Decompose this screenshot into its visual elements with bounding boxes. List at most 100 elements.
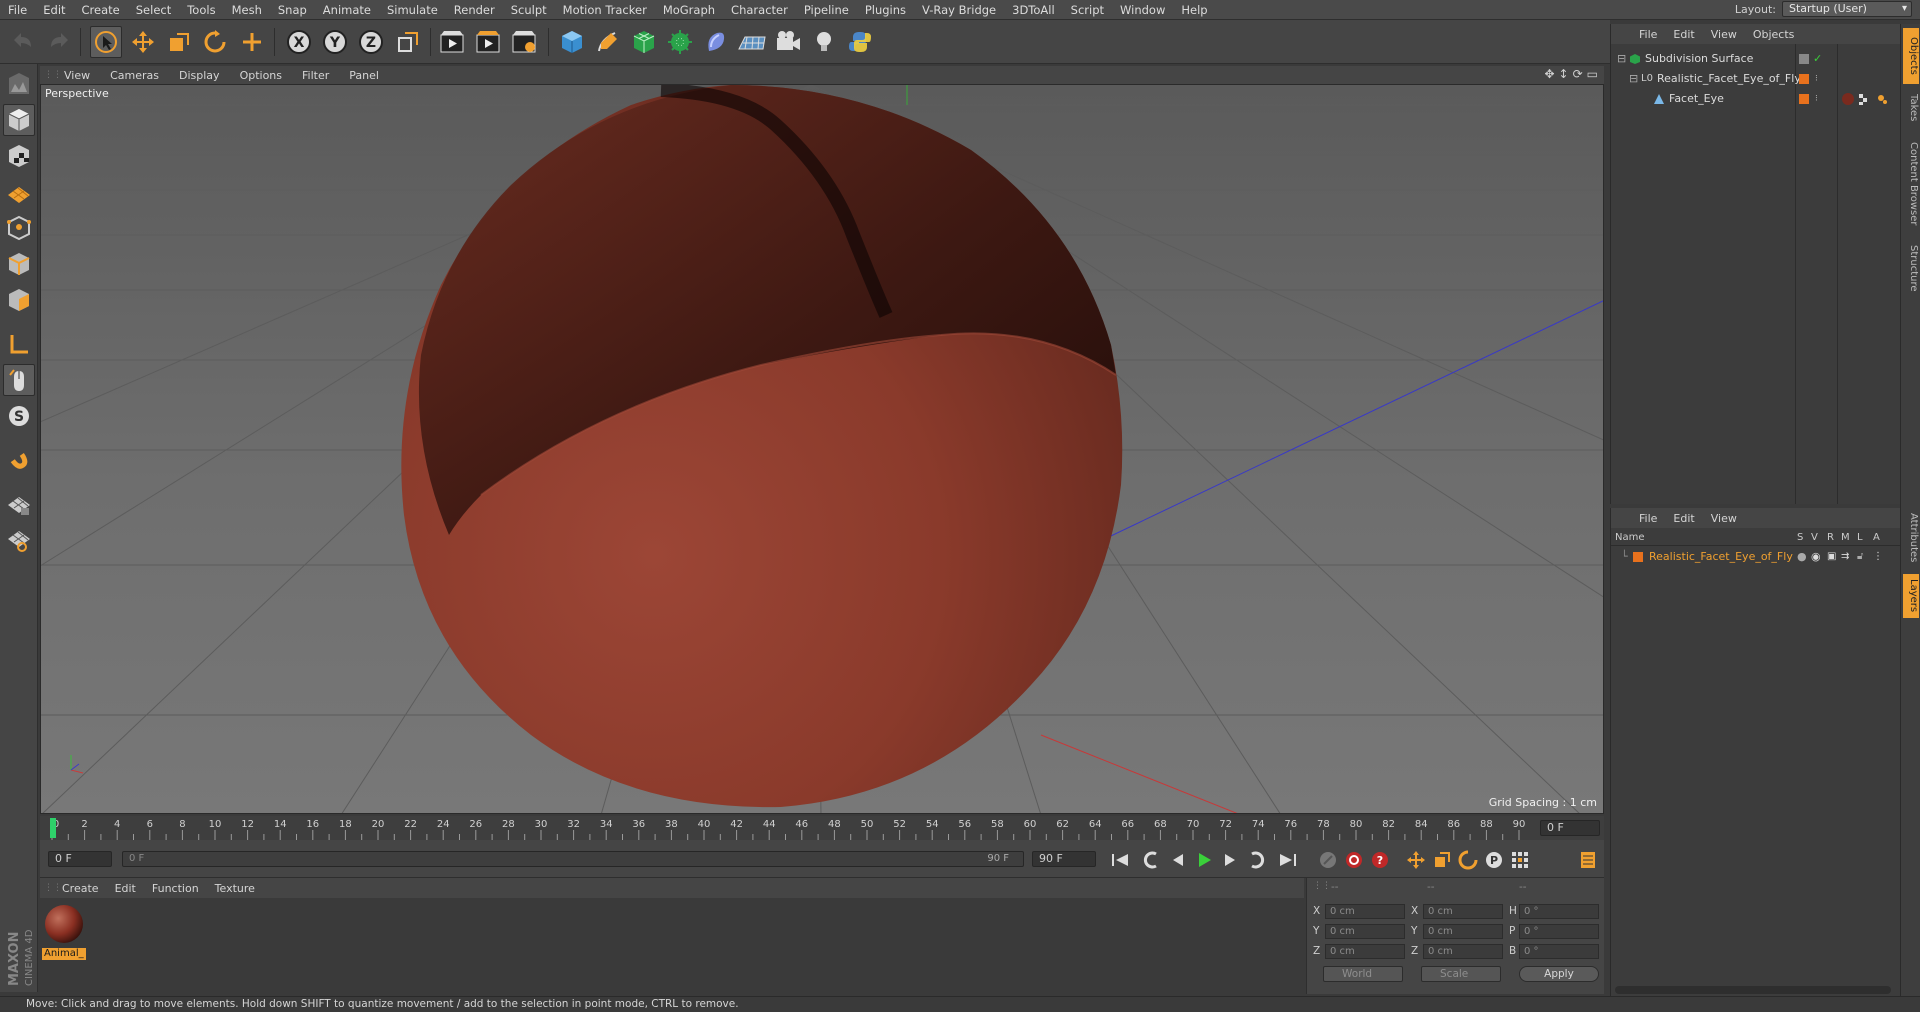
layer-color-chip[interactable] bbox=[1633, 552, 1643, 562]
layers-menu-view[interactable]: View bbox=[1703, 512, 1745, 525]
visibility-dots-icon[interactable]: ⁝ bbox=[1815, 90, 1818, 108]
position-z-field[interactable]: 0 cm bbox=[1325, 944, 1405, 959]
key-position-icon[interactable] bbox=[1404, 848, 1428, 872]
make-editable-icon[interactable] bbox=[3, 68, 35, 100]
layer-render-icon[interactable]: ▣ bbox=[1827, 548, 1836, 566]
keyframe-selection-icon[interactable]: ? bbox=[1368, 848, 1392, 872]
next-frame-icon[interactable] bbox=[1218, 848, 1242, 872]
viewport-perspective[interactable]: Perspective Grid Spacing : 1 cm bbox=[40, 84, 1604, 814]
layer-manager-icon[interactable]: ⇉ bbox=[1841, 548, 1849, 566]
menu-simulate[interactable]: Simulate bbox=[379, 3, 446, 17]
camera-icon[interactable] bbox=[772, 26, 804, 58]
tree-item-realistic-facet-eye[interactable]: ⊟ L0 Realistic_Facet_Eye_of_Fly ⁝ bbox=[1611, 70, 1901, 88]
goto-end-icon[interactable] bbox=[1276, 848, 1300, 872]
collapse-icon[interactable]: ⊟ bbox=[1617, 50, 1626, 68]
apply-button[interactable]: Apply bbox=[1519, 966, 1599, 982]
cloner-icon[interactable] bbox=[664, 26, 696, 58]
snap-icon[interactable]: S bbox=[3, 400, 35, 432]
layer-visible-icon[interactable]: ◉ bbox=[1811, 548, 1821, 566]
size-x-field[interactable]: 0 cm bbox=[1423, 904, 1503, 919]
material-menu-function[interactable]: Function bbox=[144, 882, 207, 895]
scale-icon[interactable] bbox=[163, 26, 195, 58]
layers-menu-file[interactable]: File bbox=[1631, 512, 1665, 525]
menu-plugins[interactable]: Plugins bbox=[857, 3, 914, 17]
menu-file[interactable]: File bbox=[0, 3, 35, 17]
light-icon[interactable] bbox=[808, 26, 840, 58]
tab-content-browser[interactable]: Content Browser bbox=[1903, 134, 1919, 234]
material-swatch[interactable]: Animal_ bbox=[42, 902, 86, 960]
render-view-icon[interactable] bbox=[436, 26, 468, 58]
menu-mesh[interactable]: Mesh bbox=[224, 3, 270, 17]
axis-mode-icon[interactable] bbox=[3, 328, 35, 360]
menu-pipeline[interactable]: Pipeline bbox=[796, 3, 857, 17]
tab-takes[interactable]: Takes bbox=[1903, 88, 1919, 128]
menu-mograph[interactable]: MoGraph bbox=[655, 3, 723, 17]
maximize-icon[interactable]: ▭ bbox=[1587, 67, 1598, 81]
edges-mode-icon[interactable] bbox=[3, 248, 35, 280]
subdivision-icon[interactable] bbox=[628, 26, 660, 58]
collapse-icon[interactable]: ⊟ bbox=[1629, 70, 1638, 88]
x-axis-icon[interactable]: X bbox=[283, 26, 315, 58]
playhead[interactable] bbox=[50, 818, 56, 838]
menu-edit[interactable]: Edit bbox=[35, 3, 73, 17]
edit-render-settings-icon[interactable] bbox=[508, 26, 540, 58]
start-frame-field[interactable]: 0 F bbox=[48, 851, 112, 867]
end-frame-field[interactable]: 90 F bbox=[1032, 851, 1096, 867]
tree-item-subdivision-surface[interactable]: ⊟ Subdivision Surface ✓ bbox=[1611, 50, 1901, 68]
menu-3dtoall[interactable]: 3DToAll bbox=[1004, 3, 1063, 17]
goto-start-icon[interactable] bbox=[1108, 848, 1132, 872]
tab-attributes[interactable]: Attributes bbox=[1903, 508, 1919, 568]
next-key-icon[interactable] bbox=[1244, 848, 1268, 872]
objects-menu-file[interactable]: File bbox=[1631, 28, 1665, 41]
pen-icon[interactable] bbox=[592, 26, 624, 58]
record-keys-icon[interactable] bbox=[1316, 848, 1340, 872]
menu-snap[interactable]: Snap bbox=[270, 3, 315, 17]
tab-structure[interactable]: Structure bbox=[1903, 238, 1919, 298]
tree-item-facet-eye[interactable]: Facet_Eye ⁝ bbox=[1611, 90, 1901, 108]
move-icon[interactable] bbox=[127, 26, 159, 58]
key-parameter-icon[interactable]: P bbox=[1482, 848, 1506, 872]
objects-menu-view[interactable]: View bbox=[1703, 28, 1745, 41]
layer-animation-icon[interactable]: ⋮ bbox=[1873, 548, 1883, 566]
viewport-menu-display[interactable]: Display bbox=[169, 69, 230, 82]
position-y-field[interactable]: 0 cm bbox=[1325, 924, 1405, 939]
menu-animate[interactable]: Animate bbox=[315, 3, 379, 17]
viewport-menu-filter[interactable]: Filter bbox=[292, 69, 339, 82]
timeline-ruler[interactable]: 0246810121416182022242628303234363840424… bbox=[40, 816, 1604, 840]
visibility-dots-icon[interactable]: ⁝ bbox=[1815, 70, 1818, 88]
material-tag-icon[interactable] bbox=[1841, 92, 1891, 106]
preview-range-slider[interactable]: 0 F 90 F bbox=[122, 851, 1024, 867]
points-mode-icon[interactable] bbox=[3, 212, 35, 244]
floor-icon[interactable] bbox=[736, 26, 768, 58]
prev-frame-icon[interactable] bbox=[1166, 848, 1190, 872]
menu-render[interactable]: Render bbox=[446, 3, 503, 17]
workplane-icon[interactable] bbox=[3, 176, 35, 208]
material-menu-create[interactable]: Create bbox=[54, 882, 107, 895]
python-icon[interactable] bbox=[844, 26, 876, 58]
key-rotation-icon[interactable] bbox=[1456, 848, 1480, 872]
redo-icon[interactable] bbox=[42, 26, 74, 58]
key-pla-icon[interactable] bbox=[1508, 848, 1532, 872]
orbit-icon[interactable]: ⟳ bbox=[1573, 67, 1583, 81]
rotation-p-field[interactable]: 0 ° bbox=[1519, 924, 1599, 939]
zoom-icon[interactable]: ↕ bbox=[1559, 67, 1569, 81]
tab-layers[interactable]: Layers bbox=[1903, 574, 1919, 618]
eye-sphere[interactable] bbox=[401, 85, 1123, 808]
magnet-icon[interactable] bbox=[3, 444, 35, 476]
key-scale-icon[interactable] bbox=[1430, 848, 1454, 872]
render-picture-viewer-icon[interactable] bbox=[472, 26, 504, 58]
menu-sculpt[interactable]: Sculpt bbox=[503, 3, 555, 17]
layers-menu-edit[interactable]: Edit bbox=[1665, 512, 1702, 525]
auto-keying-icon[interactable] bbox=[1342, 848, 1366, 872]
y-axis-icon[interactable]: Y bbox=[319, 26, 351, 58]
material-menu-texture[interactable]: Texture bbox=[207, 882, 263, 895]
menu-help[interactable]: Help bbox=[1173, 3, 1215, 17]
menu-character[interactable]: Character bbox=[723, 3, 796, 17]
size-y-field[interactable]: 0 cm bbox=[1423, 924, 1503, 939]
viewport-menu-cameras[interactable]: Cameras bbox=[100, 69, 169, 82]
enabled-check-icon[interactable]: ✓ bbox=[1813, 50, 1822, 68]
menu-vray-bridge[interactable]: V-Ray Bridge bbox=[914, 3, 1004, 17]
viewport-menu-options[interactable]: Options bbox=[230, 69, 292, 82]
rotation-b-field[interactable]: 0 ° bbox=[1519, 944, 1599, 959]
position-x-field[interactable]: 0 cm bbox=[1325, 904, 1405, 919]
